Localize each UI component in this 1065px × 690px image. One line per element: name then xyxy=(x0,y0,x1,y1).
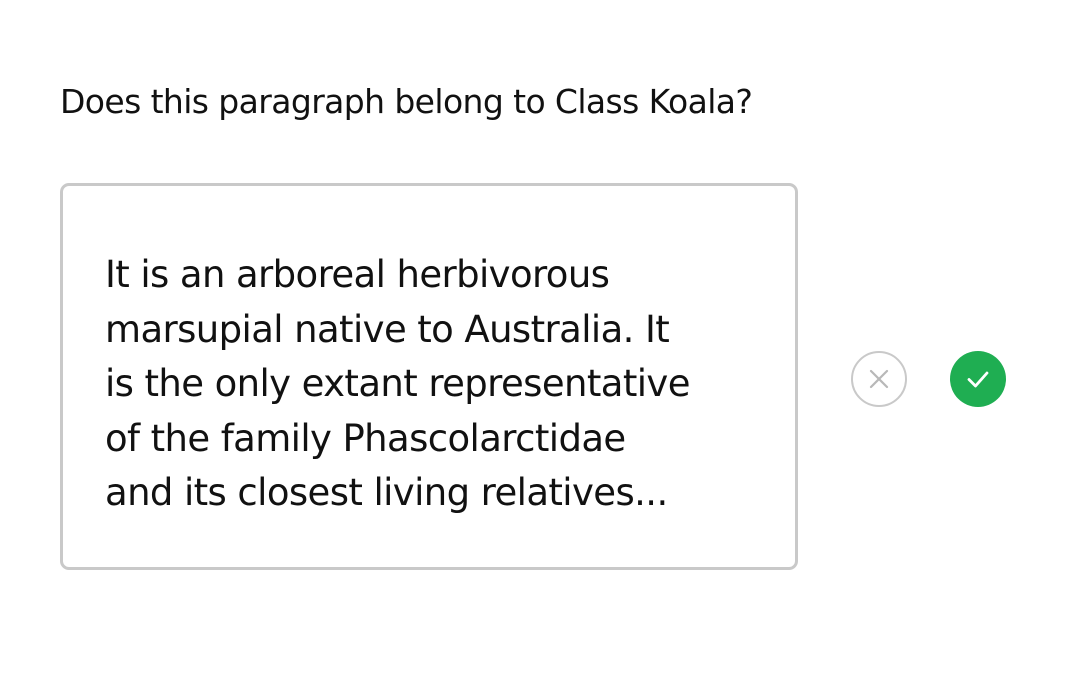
paragraph-text: It is an arboreal herbivorous marsupial … xyxy=(105,253,690,514)
paragraph-card: It is an arboreal herbivorous marsupial … xyxy=(60,183,798,570)
check-icon xyxy=(967,371,989,388)
close-icon xyxy=(869,369,889,389)
question-heading: Does this paragraph belong to Class Koal… xyxy=(60,82,753,121)
reject-button[interactable] xyxy=(851,351,907,407)
accept-button[interactable] xyxy=(950,351,1006,407)
